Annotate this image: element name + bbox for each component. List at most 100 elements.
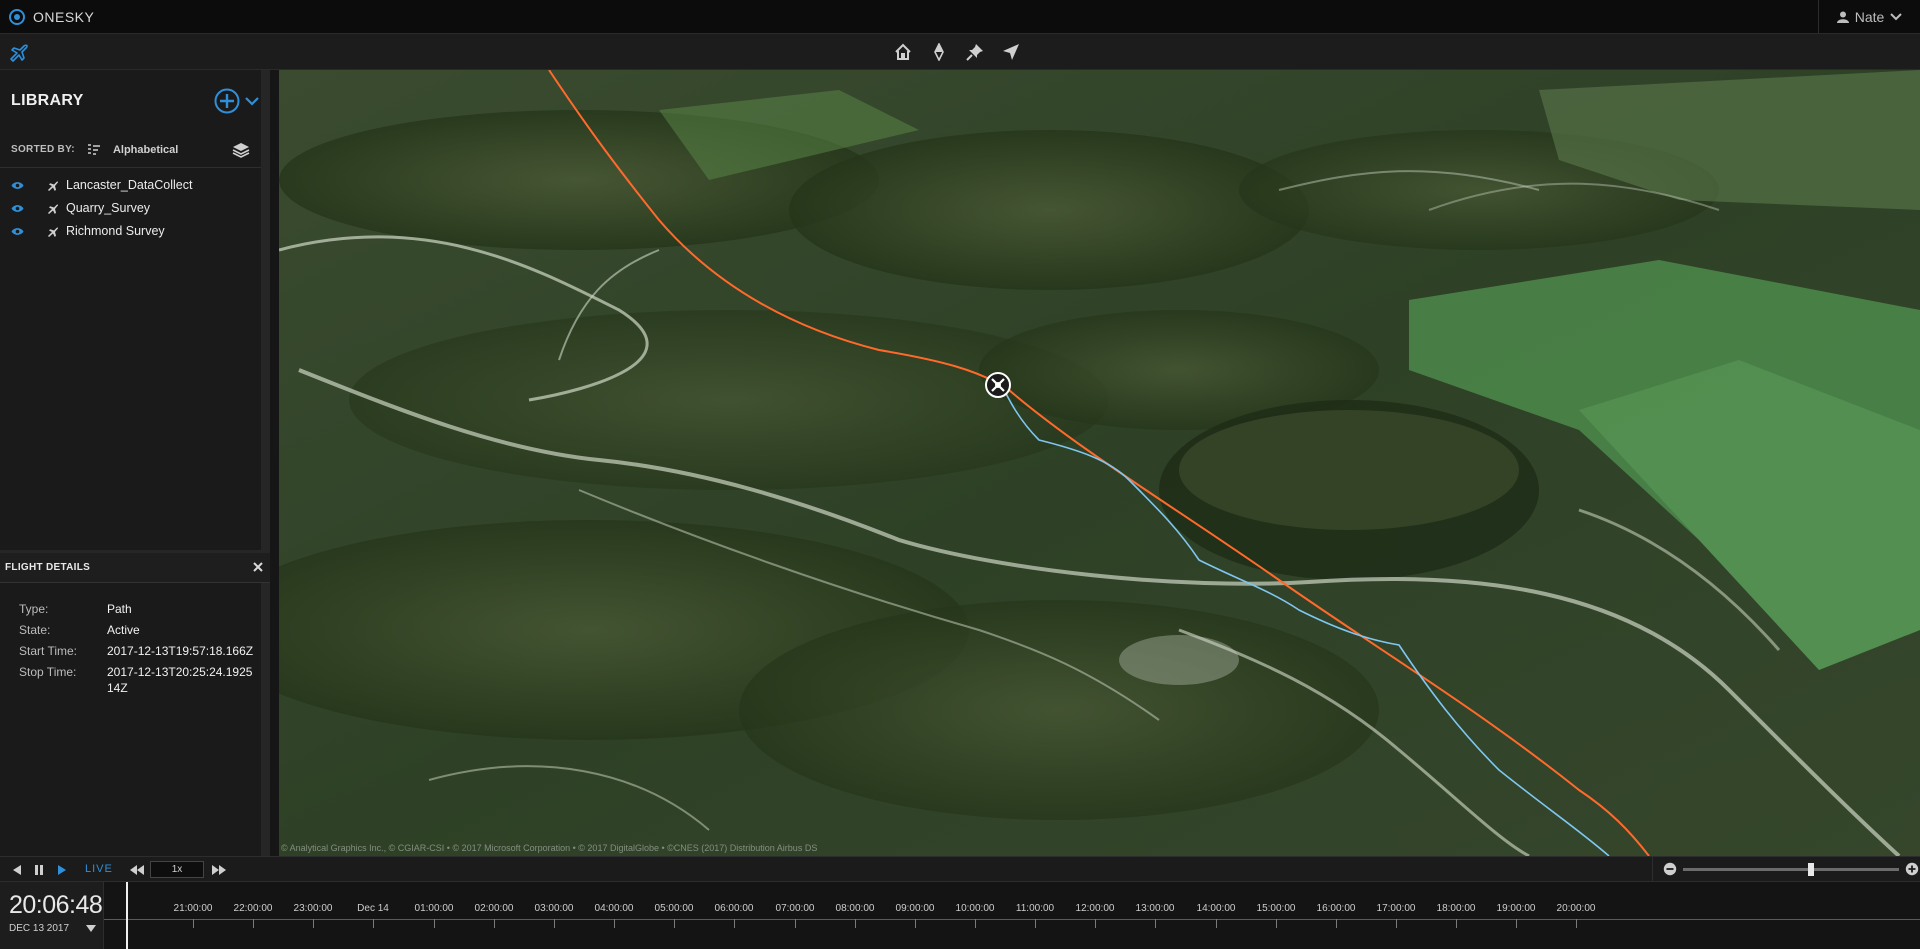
timeline-tick xyxy=(795,919,796,928)
navigate-button[interactable] xyxy=(1000,41,1022,63)
map-viewport[interactable]: © Analytical Graphics Inc., © CGIAR-CSI … xyxy=(279,70,1920,856)
map-attribution: © Analytical Graphics Inc., © CGIAR-CSI … xyxy=(281,843,818,853)
timeline-tick-label: 13:00:00 xyxy=(1135,903,1175,914)
timeline-tick xyxy=(915,919,916,928)
caret-down-icon[interactable] xyxy=(86,925,96,932)
current-time-needle[interactable] xyxy=(126,882,128,949)
play-icon xyxy=(58,865,66,875)
timeline-tick-label: 11:00:00 xyxy=(1015,903,1055,914)
list-item[interactable]: Lancaster_DataCollect xyxy=(0,174,261,197)
zoom-slider-track[interactable] xyxy=(1683,863,1899,876)
playback-bar: LIVE xyxy=(0,856,1920,882)
sort-selector[interactable]: Alphabetical xyxy=(113,144,178,156)
fast-forward-button[interactable] xyxy=(210,863,228,877)
timeline-tick xyxy=(373,919,374,928)
detail-value: 2017-12-13T19:57:18.166Z xyxy=(107,644,254,658)
app-name: ONESKY xyxy=(33,8,95,25)
list-item-label: Quarry_Survey xyxy=(66,201,151,215)
library-panel: LIBRARY SORTED BY: Alphabetical Lancaste… xyxy=(0,70,270,856)
timeline-tick xyxy=(193,919,194,928)
timeline-tick xyxy=(1095,919,1096,928)
pin-button[interactable] xyxy=(964,41,986,63)
user-menu[interactable]: Nate xyxy=(1818,0,1920,34)
timeline-tick-label: 19:00:00 xyxy=(1496,903,1536,914)
detail-value: Path xyxy=(107,602,132,616)
flight-details-panel: FLIGHT DETAILS Type: Path State: Active … xyxy=(0,550,270,856)
timeline-tick-label: 15:00:00 xyxy=(1256,903,1296,914)
flight-details-title: FLIGHT DETAILS xyxy=(5,562,91,573)
timeline-tick xyxy=(253,919,254,928)
play-reverse-button[interactable] xyxy=(10,863,24,877)
timeline-tick xyxy=(313,919,314,928)
zoom-in-button[interactable] xyxy=(1905,862,1919,876)
rewind-button[interactable] xyxy=(128,863,146,877)
live-button[interactable]: LIVE xyxy=(85,863,113,875)
timeline-tick-label: 01:00:00 xyxy=(414,903,454,914)
home-icon xyxy=(895,43,911,60)
minus-circle-icon xyxy=(1663,862,1677,876)
flights-toggle-button[interactable] xyxy=(8,41,30,63)
pause-icon xyxy=(35,865,43,875)
speed-input[interactable] xyxy=(150,861,204,878)
add-flight-button[interactable] xyxy=(214,88,240,114)
play-reverse-icon xyxy=(13,865,21,875)
map-tools xyxy=(892,41,1022,63)
timeline-zoom xyxy=(1652,857,1920,881)
timeline-tick-label: 22:00:00 xyxy=(233,903,273,914)
timeline-tick-label: 12:00:00 xyxy=(1075,903,1115,914)
timeline-tick xyxy=(494,919,495,928)
detail-row-start-time: Start Time: 2017-12-13T19:57:18.166Z xyxy=(0,643,270,659)
play-button[interactable] xyxy=(55,863,69,877)
rewind-icon xyxy=(130,865,144,875)
zoom-out-button[interactable] xyxy=(1663,862,1677,876)
timeline-tick xyxy=(1216,919,1217,928)
close-details-button[interactable] xyxy=(251,560,265,574)
timeline-tick-label: 10:00:00 xyxy=(955,903,995,914)
timeline-tick xyxy=(1516,919,1517,928)
timeline-tick-label: 14:00:00 xyxy=(1196,903,1236,914)
eye-icon[interactable] xyxy=(11,204,24,213)
timeline-track[interactable]: 21:00:00 22:00:00 23:00:00 Dec 14 01:00:00 02… xyxy=(104,882,1920,949)
timeline-tick-label: 09:00:00 xyxy=(895,903,935,914)
timeline-tick-label: Dec 14 xyxy=(357,903,389,914)
aircraft-marker[interactable] xyxy=(985,372,1011,398)
list-item[interactable]: Richmond Survey xyxy=(0,220,261,243)
detail-value: Active xyxy=(107,623,140,637)
onesky-logo-icon xyxy=(9,8,25,25)
timeline-tick-label: 07:00:00 xyxy=(775,903,815,914)
timeline-tick xyxy=(614,919,615,928)
detail-key: Start Time: xyxy=(19,644,78,658)
add-options-dropdown[interactable] xyxy=(244,94,260,108)
airplane-icon xyxy=(48,227,58,237)
layers-icon xyxy=(232,143,250,158)
layers-button[interactable] xyxy=(232,141,250,159)
plus-circle-icon xyxy=(214,88,240,114)
timeline-tick xyxy=(1456,919,1457,928)
home-button[interactable] xyxy=(892,41,914,63)
timeline-tick-label: 23:00:00 xyxy=(293,903,333,914)
timeline-tick-label: 17:00:00 xyxy=(1376,903,1416,914)
detail-row-stop-time: Stop Time: 2017-12-13T20:25:24.192514Z xyxy=(0,664,270,696)
eye-icon[interactable] xyxy=(11,181,24,190)
library-title: LIBRARY xyxy=(11,92,84,109)
eye-icon[interactable] xyxy=(11,227,24,236)
library-header: LIBRARY xyxy=(0,70,261,132)
list-item[interactable]: Quarry_Survey xyxy=(0,197,261,220)
airplane-icon xyxy=(10,44,28,62)
timeline-tick xyxy=(855,919,856,928)
pause-button[interactable] xyxy=(32,863,46,877)
title-bar: ONESKY Nate xyxy=(0,0,1920,34)
timeline-tick-label: 05:00:00 xyxy=(654,903,694,914)
detail-key: State: xyxy=(19,623,51,637)
compass-button[interactable] xyxy=(928,41,950,63)
user-name: Nate xyxy=(1854,9,1885,25)
zoom-slider-thumb[interactable] xyxy=(1808,863,1814,876)
clock-time: 20:06:48 xyxy=(9,891,103,919)
flight-details-rows: Type: Path State: Active Start Time: 201… xyxy=(0,583,270,696)
timeline-tick-label: 02:00:00 xyxy=(474,903,514,914)
sort-list-icon xyxy=(87,143,100,155)
airplane-icon xyxy=(48,181,58,191)
timeline-tick-label: 16:00:00 xyxy=(1316,903,1356,914)
timeline-tick xyxy=(1276,919,1277,928)
list-item-label: Richmond Survey xyxy=(66,224,165,238)
